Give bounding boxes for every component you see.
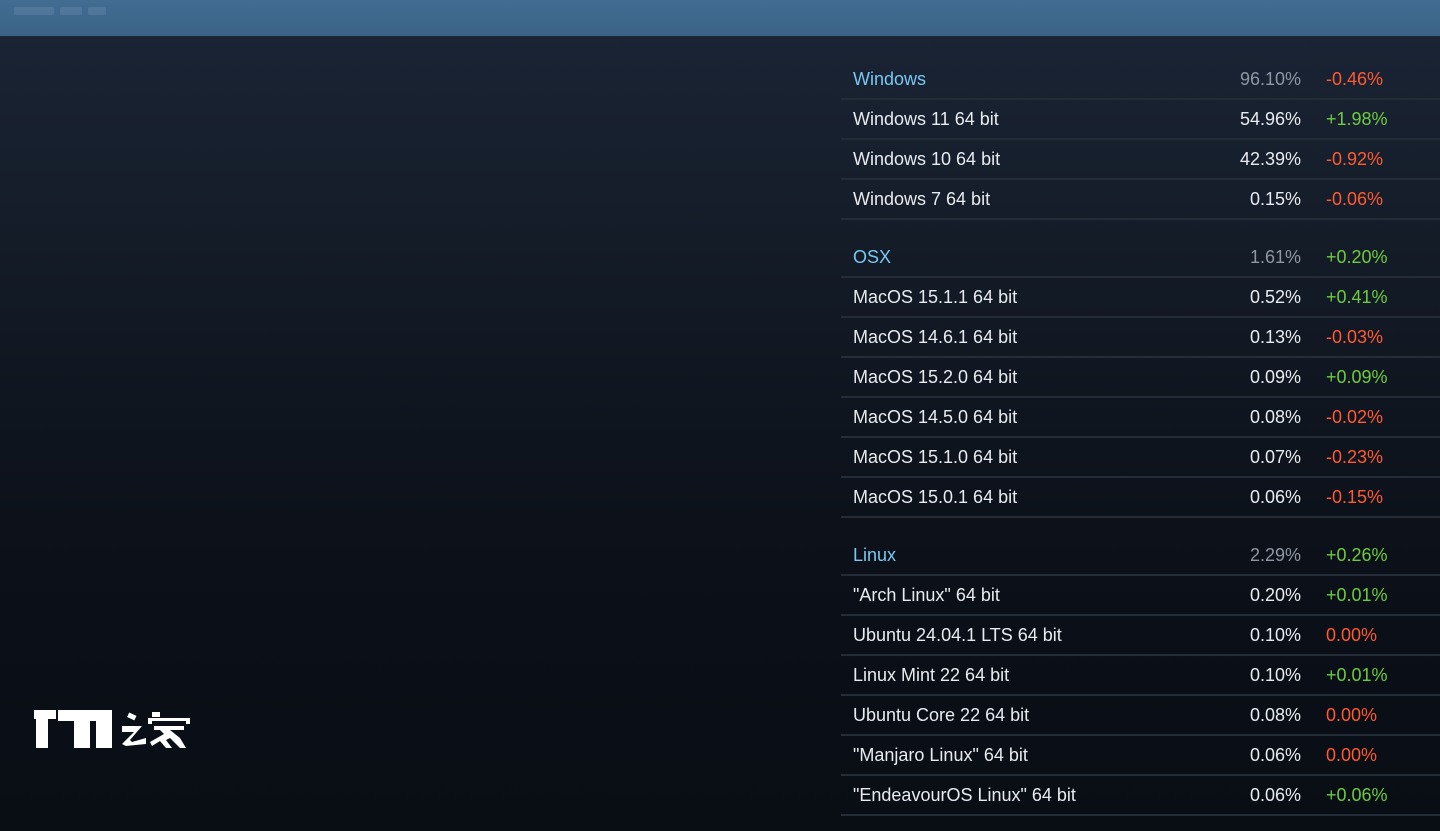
version-percentage: 0.08% — [1249, 407, 1301, 427]
os-header-row: Linux 2.29% +0.26% — [841, 536, 1440, 576]
version-name: MacOS 15.1.1 64 bit — [853, 287, 1018, 307]
os-group-osx: OSX 1.61% +0.20% MacOS 15.1.1 64 bit 0.5… — [841, 238, 1440, 518]
version-change: +0.09% — [1326, 367, 1388, 387]
version-percentage: 0.06% — [1249, 785, 1301, 805]
os-version-row: Linux Mint 22 64 bit 0.10% +0.01% — [841, 656, 1440, 696]
version-name: Ubuntu Core 22 64 bit — [853, 705, 1030, 725]
os-change: +0.26% — [1326, 545, 1388, 565]
version-name: Linux Mint 22 64 bit — [853, 665, 1010, 685]
version-name: MacOS 14.5.0 64 bit — [853, 407, 1018, 427]
os-name: Linux — [853, 545, 897, 565]
os-change: +0.20% — [1326, 247, 1388, 267]
os-percentage: 1.61% — [1249, 247, 1301, 267]
os-version-row: Windows 11 64 bit 54.96% +1.98% — [841, 100, 1440, 140]
version-change: +1.98% — [1326, 109, 1388, 129]
version-percentage: 0.06% — [1249, 745, 1301, 765]
version-name: MacOS 15.0.1 64 bit — [853, 487, 1018, 507]
version-change: +0.06% — [1326, 785, 1388, 805]
version-percentage: 0.10% — [1249, 665, 1301, 685]
os-version-row: MacOS 15.0.1 64 bit 0.06% -0.15% — [841, 478, 1440, 518]
os-version-row: "Arch Linux" 64 bit 0.20% +0.01% — [841, 576, 1440, 616]
version-change: +0.01% — [1326, 585, 1388, 605]
os-group-linux: Linux 2.29% +0.26% "Arch Linux" 64 bit 0… — [841, 536, 1440, 816]
os-stats-table: Windows 96.10% -0.46% Windows 11 64 bit … — [841, 60, 1440, 831]
version-change: 0.00% — [1326, 625, 1378, 645]
ithome-logo — [34, 710, 190, 748]
os-group-windows: Windows 96.10% -0.46% Windows 11 64 bit … — [841, 60, 1440, 220]
os-version-row: MacOS 14.6.1 64 bit 0.13% -0.03% — [841, 318, 1440, 358]
os-version-row: "Manjaro Linux" 64 bit 0.06% 0.00% — [841, 736, 1440, 776]
version-name: MacOS 15.1.0 64 bit — [853, 447, 1018, 467]
version-name: Windows 7 64 bit — [853, 189, 991, 209]
version-change: -0.06% — [1326, 189, 1384, 209]
version-percentage: 0.10% — [1249, 625, 1301, 645]
os-version-row: Windows 7 64 bit 0.15% -0.06% — [841, 180, 1440, 220]
version-percentage: 0.06% — [1249, 487, 1301, 507]
top-bar — [0, 0, 1440, 37]
os-percentage: 2.29% — [1249, 545, 1301, 565]
version-percentage: 42.39% — [1239, 149, 1301, 169]
os-version-row: MacOS 15.1.1 64 bit 0.52% +0.41% — [841, 278, 1440, 318]
os-percentage: 96.10% — [1239, 69, 1301, 89]
version-percentage: 0.15% — [1249, 189, 1301, 209]
version-change: -0.23% — [1326, 447, 1384, 467]
version-name: "Manjaro Linux" 64 bit — [853, 745, 1028, 765]
os-version-row: MacOS 15.2.0 64 bit 0.09% +0.09% — [841, 358, 1440, 398]
os-header-row: Windows 96.10% -0.46% — [841, 60, 1440, 100]
version-percentage: 0.20% — [1249, 585, 1301, 605]
version-name: Windows 10 64 bit — [853, 149, 1001, 169]
os-header-row: OSX 1.61% +0.20% — [841, 238, 1440, 278]
os-change: -0.46% — [1326, 69, 1384, 89]
version-change: -0.02% — [1326, 407, 1384, 427]
version-change: +0.41% — [1326, 287, 1388, 307]
os-version-row: Ubuntu Core 22 64 bit 0.08% 0.00% — [841, 696, 1440, 736]
os-version-row: Windows 10 64 bit 42.39% -0.92% — [841, 140, 1440, 180]
version-name: "Arch Linux" 64 bit — [853, 585, 1000, 605]
version-percentage: 0.13% — [1249, 327, 1301, 347]
version-change: -0.15% — [1326, 487, 1384, 507]
os-version-row: "EndeavourOS Linux" 64 bit 0.06% +0.06% — [841, 776, 1440, 816]
version-percentage: 54.96% — [1239, 109, 1301, 129]
version-percentage: 0.09% — [1249, 367, 1301, 387]
os-version-row: MacOS 14.5.0 64 bit 0.08% -0.02% — [841, 398, 1440, 438]
version-name: MacOS 14.6.1 64 bit — [853, 327, 1018, 347]
os-name: Windows — [853, 69, 927, 89]
version-change: -0.03% — [1326, 327, 1384, 347]
version-name: MacOS 15.2.0 64 bit — [853, 367, 1018, 387]
top-bar-faded-content — [14, 2, 124, 30]
os-version-row: Ubuntu 24.04.1 LTS 64 bit 0.10% 0.00% — [841, 616, 1440, 656]
version-change: 0.00% — [1326, 745, 1378, 765]
version-change: 0.00% — [1326, 705, 1378, 725]
version-percentage: 0.07% — [1249, 447, 1301, 467]
version-percentage: 0.08% — [1249, 705, 1301, 725]
version-percentage: 0.52% — [1249, 287, 1301, 307]
os-name: OSX — [853, 247, 892, 267]
os-version-row: MacOS 15.1.0 64 bit 0.07% -0.23% — [841, 438, 1440, 478]
version-name: Ubuntu 24.04.1 LTS 64 bit — [853, 625, 1062, 645]
version-name: "EndeavourOS Linux" 64 bit — [853, 785, 1076, 805]
version-name: Windows 11 64 bit — [853, 109, 999, 129]
version-change: -0.92% — [1326, 149, 1384, 169]
version-change: +0.01% — [1326, 665, 1388, 685]
